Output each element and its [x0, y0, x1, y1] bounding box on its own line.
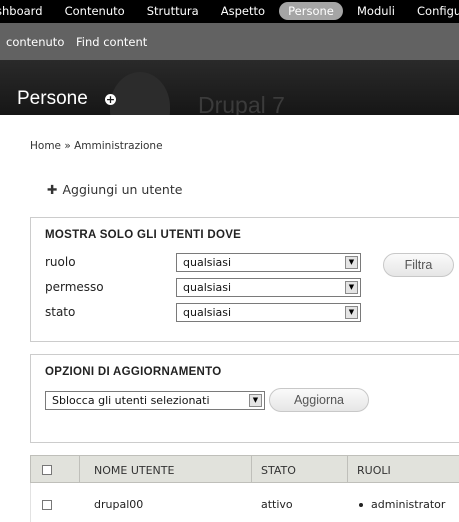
toolbar-item-dashboard[interactable]: shboard — [0, 0, 51, 23]
username-link[interactable]: drupal00 — [94, 498, 143, 511]
column-header-username[interactable]: NOME UTENTE — [94, 464, 174, 477]
filter-fieldset: MOSTRA SOLO GLI UTENTI DOVE ruolo qualsi… — [30, 217, 459, 342]
filter-legend: MOSTRA SOLO GLI UTENTI DOVE — [45, 229, 242, 241]
toolbar-item-configuration[interactable]: Configuraz — [409, 0, 459, 23]
users-table-header: NOME UTENTE STATO RUOLI — [30, 455, 459, 483]
role-select[interactable]: qualsiasi ▼ — [176, 253, 361, 272]
filter-label-status: stato — [45, 305, 76, 319]
dropdown-arrow-icon[interactable]: ▼ — [249, 394, 262, 407]
user-status: attivo — [261, 498, 293, 511]
table-row: drupal00 attivo administrator — [30, 483, 459, 522]
toolbar-item-modules[interactable]: Moduli — [349, 0, 403, 23]
status-select[interactable]: qualsiasi ▼ — [176, 303, 361, 322]
bullet-icon — [359, 503, 363, 507]
shortcut-find-content[interactable]: Find content — [76, 35, 147, 49]
add-user-link[interactable]: ✚ Aggiungi un utente — [47, 182, 182, 197]
dropdown-arrow-icon[interactable]: ▼ — [345, 256, 358, 269]
shortcut-add-content[interactable]: contenuto — [6, 35, 64, 49]
toolbar-item-content[interactable]: Contenuto — [57, 0, 133, 23]
update-legend: OPZIONI DI AGGIORNAMENTO — [45, 366, 222, 378]
permission-select[interactable]: qualsiasi ▼ — [176, 278, 361, 297]
column-header-status[interactable]: STATO — [261, 464, 296, 477]
dropdown-arrow-icon[interactable]: ▼ — [345, 281, 358, 294]
column-header-roles: RUOLI — [357, 464, 391, 477]
add-user-label: Aggiungi un utente — [62, 182, 183, 197]
update-options-fieldset: OPZIONI DI AGGIORNAMENTO Sblocca gli ute… — [30, 354, 459, 443]
select-all-checkbox[interactable] — [42, 465, 52, 475]
breadcrumb[interactable]: Home » Amministrazione — [30, 140, 163, 152]
update-button[interactable]: Aggiorna — [269, 388, 369, 412]
user-role-item: administrator — [359, 498, 445, 511]
shortcut-bar: contenuto Find content — [0, 23, 459, 61]
toolbar-item-people[interactable]: Persone — [279, 2, 343, 20]
drupal-drop-watermark — [110, 72, 170, 115]
branding-header: Drupal 7 Persone + — [0, 60, 459, 115]
toolbar-item-structure[interactable]: Struttura — [139, 0, 207, 23]
toolbar-item-appearance[interactable]: Aspetto — [213, 0, 273, 23]
filter-label-permission: permesso — [45, 280, 104, 294]
plus-icon: ✚ — [47, 182, 58, 197]
add-shortcut-icon[interactable]: + — [105, 94, 116, 105]
dropdown-arrow-icon[interactable]: ▼ — [345, 306, 358, 319]
page-title: Persone — [17, 88, 88, 109]
row-select-checkbox[interactable] — [42, 500, 52, 510]
update-operation-select[interactable]: Sblocca gli utenti selezionati ▼ — [45, 391, 265, 410]
site-name: Drupal 7 — [198, 92, 285, 115]
filter-label-role: ruolo — [45, 255, 76, 269]
filter-button[interactable]: Filtra — [383, 253, 454, 277]
admin-toolbar: shboard Contenuto Struttura Aspetto Pers… — [0, 0, 459, 23]
